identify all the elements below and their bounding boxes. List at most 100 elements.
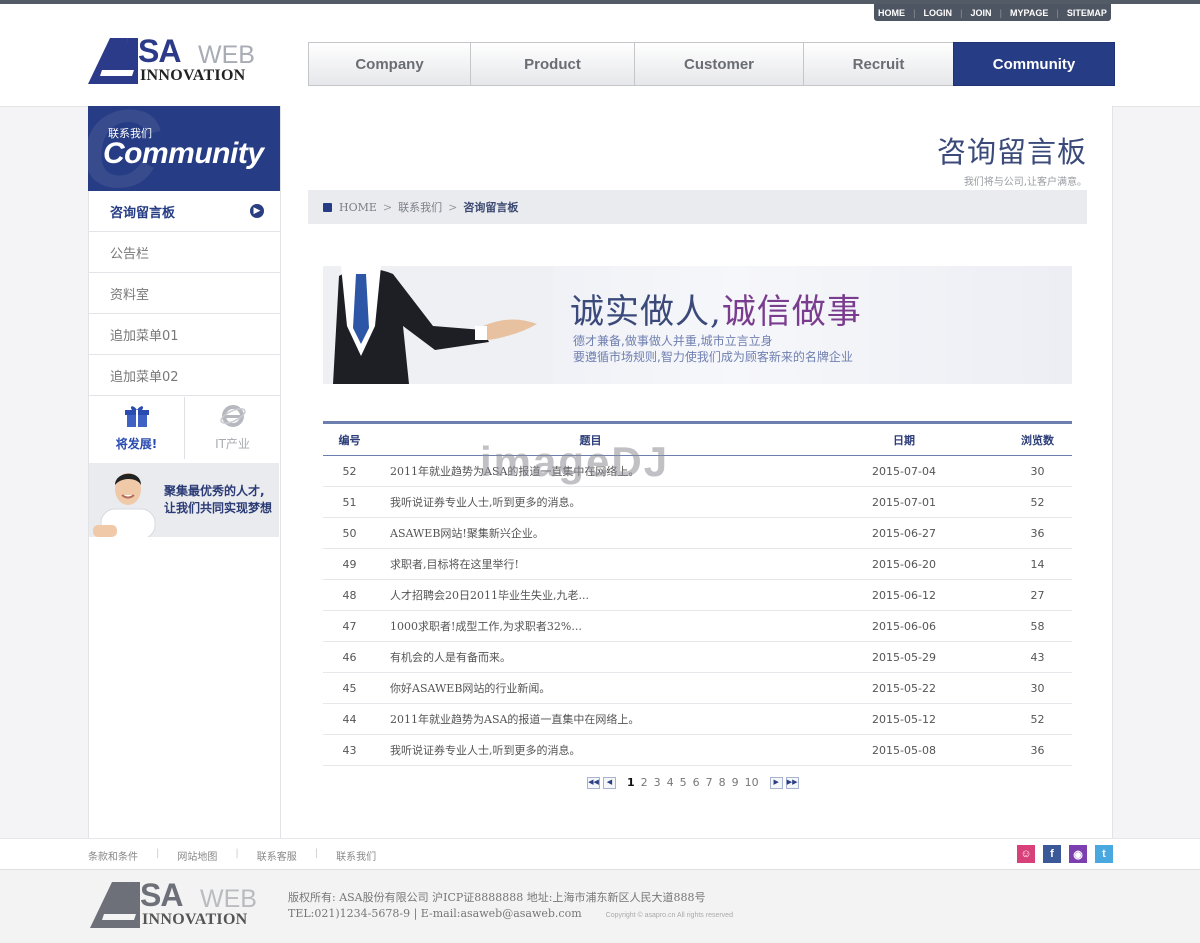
nav-community[interactable]: Community (953, 42, 1115, 86)
sidebar-item-label: 咨询留言板 (110, 205, 176, 221)
table-row[interactable]: 48 人才招聘会20日2011毕业生失业,九老... 2015-06-12 27 (323, 579, 1072, 611)
nav-recruit[interactable]: Recruit (803, 42, 954, 86)
location-pin-icon[interactable]: ◉ (1069, 845, 1087, 863)
util-join-link[interactable]: JOIN (971, 8, 992, 18)
breadcrumb-current: 咨询留言板 (463, 201, 519, 214)
table-row[interactable]: 50 ASAWEB网站!聚集新兴企业。 2015-06-27 36 (323, 517, 1072, 549)
weibo-icon[interactable]: ☺ (1017, 845, 1035, 863)
util-sitemap-link[interactable]: SITEMAP (1067, 8, 1107, 18)
cell-title[interactable]: 求职者,目标将在这里举行! (376, 548, 805, 580)
sidebar-item-archive[interactable]: 资料室 (89, 273, 280, 314)
facebook-icon[interactable]: f (1043, 845, 1061, 863)
quick-link-label: IT产业 (215, 437, 250, 451)
table-row[interactable]: 44 2011年就业趋势为ASA的报道一直集中在网络上。 2015-05-12 52 (323, 703, 1072, 735)
sidebar-banner-line1: 聚集最优秀的人才, (164, 484, 265, 498)
cell-views: 36 (1003, 517, 1072, 549)
cell-views: 30 (1003, 455, 1072, 487)
cell-title[interactable]: 我听说证券专业人士,听到更多的消息。 (376, 734, 805, 766)
first-page-icon[interactable]: ◀◀ (587, 776, 600, 789)
header-date: 日期 (805, 421, 1003, 456)
cell-title[interactable]: 1000求职者!成型工作,为求职者32%... (376, 610, 805, 642)
main-nav: Company Product Customer Recruit Communi… (308, 42, 1115, 86)
cell-title[interactable]: ASAWEB网站!聚集新兴企业。 (376, 517, 805, 549)
logo-innovation: INNOVATION (142, 911, 248, 928)
banner-sub1: 德才兼备,做事做人并重,城市立言立身 (573, 334, 773, 348)
footer-link-sitemap[interactable]: 网站地图 (177, 848, 217, 863)
nav-product[interactable]: Product (470, 42, 635, 86)
sidebar-header: C 联系我们 Community (88, 106, 280, 191)
footer-company-info: 版权所有: ASA股份有限公司 沪ICP证8888888 地址:上海市浦东新区人… (288, 891, 706, 904)
footer-link-terms[interactable]: 条款和条件 (88, 848, 138, 863)
logo-web: WEB (198, 41, 255, 69)
person-image (93, 473, 156, 537)
quick-link-develop[interactable]: 将发展! (89, 397, 185, 459)
divider: | (156, 848, 160, 859)
cell-title[interactable]: 2011年就业趋势为ASA的报道一直集中在网络上。 (376, 703, 805, 735)
quick-link-it[interactable]: IT产业 (185, 397, 280, 459)
quick-links: 将发展! IT产业 (89, 397, 280, 459)
sidebar-banner[interactable]: 聚集最优秀的人才, 让我们共同实现梦想 (89, 463, 279, 537)
cell-views: 52 (1003, 486, 1072, 518)
cell-views: 27 (1003, 579, 1072, 611)
nav-customer[interactable]: Customer (634, 42, 804, 86)
cell-views: 58 (1003, 610, 1072, 642)
cell-title[interactable]: 有机会的人是有备而来。 (376, 641, 805, 673)
page-number[interactable]: 2 (638, 776, 651, 789)
sidebar-item-board[interactable]: 咨询留言板 ▶ (89, 191, 280, 232)
cell-date: 2015-07-04 (805, 455, 1003, 487)
table-row[interactable]: 52 2011年就业趋势为ASA的报道一直集中在网络上。 2015-07-04 30 (323, 455, 1072, 487)
util-mypage-link[interactable]: MYPAGE (1010, 8, 1048, 18)
breadcrumb-level1[interactable]: 联系我们 (398, 199, 442, 215)
site-logo[interactable]: SA WEB INNOVATION (88, 33, 266, 86)
sidebar-header-title: Community (103, 137, 264, 170)
divider: | (1056, 7, 1059, 18)
footer-info: 版权所有: ASA股份有限公司 沪ICP证8888888 地址:上海市浦东新区人… (288, 890, 733, 924)
sidebar-item-notice[interactable]: 公告栏 (89, 232, 280, 273)
breadcrumb-home[interactable]: HOME (339, 201, 377, 214)
page-number[interactable]: 3 (651, 776, 664, 789)
page-subtitle: 我们将与公司,让客户满意。 (963, 177, 1087, 188)
cell-number: 52 (323, 455, 376, 487)
page-number[interactable]: 4 (664, 776, 677, 789)
page-number[interactable]: 9 (729, 776, 742, 789)
footer-logo: SA WEB INNOVATION (90, 877, 268, 930)
table-row[interactable]: 47 1000求职者!成型工作,为求职者32%... 2015-06-06 58 (323, 610, 1072, 642)
twitter-icon[interactable]: t (1095, 845, 1113, 863)
nav-company[interactable]: Company (308, 42, 471, 86)
sidebar-item-label: 资料室 (110, 287, 150, 303)
last-page-icon[interactable]: ▶▶ (785, 776, 799, 789)
utility-nav: HOME | LOGIN | JOIN | MYPAGE | SITEMAP (874, 4, 1111, 21)
page-number[interactable]: 6 (690, 776, 703, 789)
cell-number: 51 (323, 486, 376, 518)
cell-title[interactable]: 你好ASAWEB网站的行业新闻。 (376, 672, 805, 704)
sidebar-item-extra01[interactable]: 追加菜单01 (89, 314, 280, 355)
sidebar-banner-line2: 让我们共同实现梦想 (164, 501, 273, 515)
table-row[interactable]: 49 求职者,目标将在这里举行! 2015-06-20 14 (323, 548, 1072, 580)
table-row[interactable]: 46 有机会的人是有备而来。 2015-05-29 43 (323, 641, 1072, 673)
footer-link-contact[interactable]: 联系我们 (336, 848, 376, 863)
sidebar-item-extra02[interactable]: 追加菜单02 (89, 355, 280, 396)
table-row[interactable]: 51 我听说证券专业人士,听到更多的消息。 2015-07-01 52 (323, 486, 1072, 518)
arrow-right-icon: ▶ (250, 204, 264, 218)
content-banner: 诚实做人,诚信做事 德才兼备,做事做人并重,城市立言立身 要遵循市场规则,智力使… (323, 266, 1072, 384)
table-row[interactable]: 45 你好ASAWEB网站的行业新闻。 2015-05-22 30 (323, 672, 1072, 704)
page-number[interactable]: 7 (703, 776, 716, 789)
cell-title[interactable]: 2011年就业趋势为ASA的报道一直集中在网络上。 (376, 455, 805, 487)
logo-mark-icon (88, 38, 138, 84)
page-number[interactable]: 1 (624, 776, 638, 789)
util-login-link[interactable]: LOGIN (924, 8, 953, 18)
page-number[interactable]: 8 (716, 776, 729, 789)
cell-title[interactable]: 我听说证券专业人士,听到更多的消息。 (376, 486, 805, 518)
page-number[interactable]: 5 (677, 776, 690, 789)
footer-link-support[interactable]: 联系客服 (257, 848, 297, 863)
pagination: ◀◀ ◀ 1 2 3 4 5 6 7 8 9 10 ▶ ▶▶ (587, 776, 802, 789)
footer-links: 条款和条件 | 网站地图 | 联系客服 | 联系我们 (88, 848, 376, 863)
cell-title[interactable]: 人才招聘会20日2011毕业生失业,九老... (376, 579, 805, 611)
page-number[interactable]: 10 (742, 776, 762, 789)
table-row[interactable]: 43 我听说证券专业人士,听到更多的消息。 2015-05-08 36 (323, 734, 1072, 766)
chevron-right-icon: > (448, 200, 458, 214)
util-home-link[interactable]: HOME (878, 8, 905, 18)
social-links: ☺ f ◉ t (1017, 845, 1121, 863)
prev-page-icon[interactable]: ◀ (603, 776, 616, 789)
next-page-icon[interactable]: ▶ (769, 776, 783, 789)
